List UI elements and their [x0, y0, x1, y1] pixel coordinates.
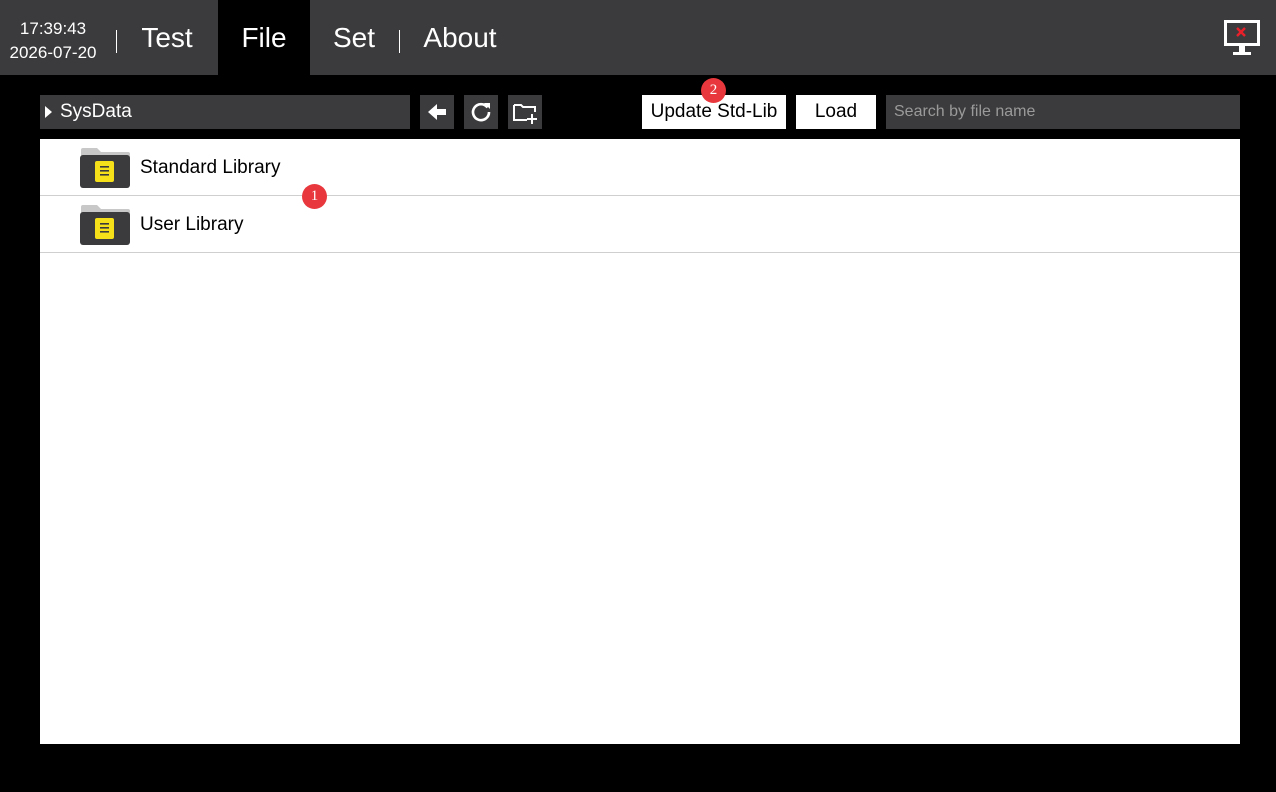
tab-separator — [399, 30, 400, 53]
refresh-icon — [471, 102, 491, 122]
list-item[interactable]: User Library — [40, 196, 1240, 253]
expand-arrow-icon — [45, 106, 52, 118]
file-list: Standard Library User Library — [40, 139, 1240, 744]
tab-test[interactable]: Test — [124, 0, 210, 75]
marker-badge: 1 — [302, 184, 327, 209]
folder-icon — [80, 205, 130, 245]
clock-date: 2026-07-20 — [9, 43, 97, 62]
load-button[interactable]: Load — [796, 95, 876, 129]
back-button[interactable] — [420, 95, 454, 129]
marker-badge: 2 — [701, 78, 726, 103]
folder-icon — [80, 148, 130, 188]
tab-separator — [116, 30, 117, 53]
path-breadcrumb[interactable]: SysData — [40, 95, 410, 129]
file-name: Standard Library — [140, 157, 281, 178]
new-folder-button[interactable] — [508, 95, 542, 129]
arrow-left-icon — [428, 104, 446, 120]
list-item[interactable]: Standard Library — [40, 139, 1240, 196]
folder-add-icon — [513, 104, 537, 124]
refresh-button[interactable] — [464, 95, 498, 129]
clock: 17:39:43 2026-07-20 — [0, 0, 106, 75]
top-bar: 17:39:43 2026-07-20 Test File Set About — [0, 0, 1276, 75]
tab-file[interactable]: File — [218, 0, 310, 75]
clock-time: 17:39:43 — [19, 19, 87, 38]
search-input[interactable] — [886, 95, 1240, 129]
monitor-close-icon[interactable] — [1222, 18, 1262, 58]
tab-about[interactable]: About — [410, 0, 510, 75]
path-label: SysData — [60, 101, 132, 122]
file-name: User Library — [140, 214, 244, 235]
tab-set[interactable]: Set — [318, 0, 390, 75]
